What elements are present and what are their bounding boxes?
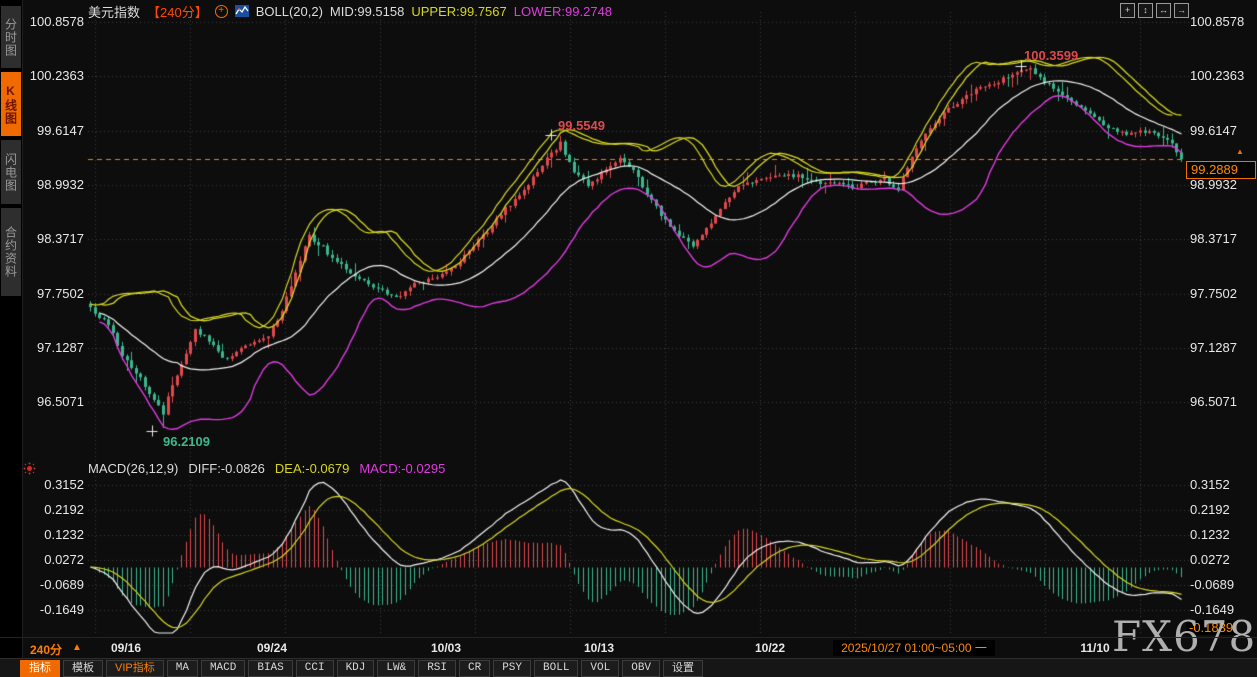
price-axis-label-right: 96.5071 [1190, 394, 1237, 409]
sidebar-tab-2[interactable]: K线图 [1, 72, 21, 136]
date-tick-label: 10/22 [754, 641, 786, 655]
macd-macd-value: MACD:-0.0295 [359, 461, 446, 476]
macd-axis-label-left: 0.3152 [44, 477, 84, 492]
date-tick-label: 09/16 [110, 641, 142, 655]
candlestick-chart-canvas[interactable] [0, 0, 1257, 677]
macd-axis-label-right: 0.0272 [1190, 552, 1230, 567]
price-axis-label-right: 100.2363 [1190, 68, 1245, 83]
price-axis-label-left: 97.1287 [37, 340, 84, 355]
scale-y-axis-icon[interactable]: ↕ [1138, 3, 1153, 18]
toolbar-button-模板[interactable]: 模板 [63, 659, 103, 677]
macd-header: MACD(26,12,9) DIFF:-0.0826 DEA:-0.0679 M… [88, 461, 445, 476]
boll-lower-value: LOWER:99.2748 [513, 3, 613, 19]
price-axis-label-right: 100.8578 [1190, 14, 1245, 29]
time-axis-row: 240分 ▲ 09/16 09/24 10/03 10/13 10/22 11/10 20… [0, 637, 1257, 659]
hovered-bar-time-label: 2025/10/27 01:00~05:00 一 [833, 640, 995, 656]
price-axis-label-left: 97.7502 [37, 286, 84, 301]
toolbar-button-指标[interactable]: 指标 [20, 659, 60, 677]
date-tick-label: 10/03 [430, 641, 462, 655]
price-axis-label-left: 99.6147 [37, 123, 84, 138]
macd-axis-label-left: -0.0689 [39, 577, 84, 592]
swing-low-annotation: 96.2109 [163, 434, 210, 449]
chart-type-sidebar: 分时图 K线图闪电图合约资料 [0, 0, 23, 677]
period-dropdown-icon[interactable]: ▲ [72, 642, 82, 653]
boll-indicator-label: BOLL(20,2) [255, 3, 323, 19]
price-axis-label-left: 98.3717 [37, 231, 84, 246]
swing-high-annotation-1: 99.5549 [558, 118, 605, 133]
toolbar-button-vol[interactable]: VOL [581, 659, 620, 677]
price-axis-label-right: 98.9932 [1190, 177, 1237, 192]
price-axis-label-right: 99.6147 [1190, 123, 1237, 138]
toolbar-button-rsi[interactable]: RSI [418, 659, 456, 677]
fx678-chart-app: 分时图 K线图闪电图合约资料 美元指数 【240分】 + BOLL(20,2) M… [0, 0, 1257, 677]
boll-mid-value: MID:99.5158 [329, 3, 405, 19]
toolbar-button-lw&[interactable]: LW& [377, 659, 416, 677]
indicator-chart-icon[interactable] [234, 5, 249, 17]
macd-axis-label-right: 0.3152 [1190, 477, 1230, 492]
macd-axis-label-right: -0.0689 [1190, 577, 1235, 592]
sidebar-tab-3[interactable]: 闪电图 [1, 140, 21, 204]
date-tick-label: 10/13 [583, 641, 615, 655]
chart-header: 美元指数 【240分】 + BOLL(20,2) MID:99.5158 UPP… [88, 3, 613, 20]
price-axis-label-left: 96.5071 [37, 394, 84, 409]
instrument-title: 美元指数 [88, 4, 141, 20]
date-tick-label: 09/24 [256, 641, 288, 655]
macd-axis-label-left: 0.0272 [44, 552, 84, 567]
timeframe-label: 【240分】 [147, 4, 208, 20]
current-price-box: 99.2889 [1186, 161, 1256, 179]
crosshair-icon[interactable]: + [1120, 3, 1135, 18]
toolbar-button-bias[interactable]: BIAS [248, 659, 293, 677]
price-axis-label-left: 98.9932 [37, 177, 84, 192]
toolbar-button-vip指标[interactable]: VIP指标 [106, 659, 164, 677]
indicator-settings-icon[interactable] [24, 463, 35, 474]
scale-x-axis-icon[interactable]: ↔ [1156, 3, 1171, 18]
window-icon-group: + ↕ ↔ → [1120, 3, 1189, 18]
period-selector[interactable]: 240分 [30, 641, 62, 658]
restore-view-icon[interactable]: → [1174, 3, 1189, 18]
macd-dea-value: DEA:-0.0679 [274, 461, 350, 476]
price-axis-label-right: 97.1287 [1190, 340, 1237, 355]
macd-axis-label-right: 0.1232 [1190, 527, 1230, 542]
macd-axis-label-right: 0.2192 [1190, 502, 1230, 517]
toolbar-button-cr[interactable]: CR [459, 659, 491, 677]
price-axis-label-right: 98.3717 [1190, 231, 1237, 246]
swing-high-annotation-2: 100.3599 [1024, 48, 1079, 63]
macd-axis-label-left: -0.1649 [39, 602, 84, 617]
add-indicator-icon[interactable]: + [214, 4, 228, 18]
macd-name-label: MACD(26,12,9) [88, 461, 179, 476]
sidebar-tab-1[interactable]: 分时图 [1, 6, 21, 68]
toolbar-button-boll[interactable]: BOLL [534, 659, 579, 677]
macd-axis-label-left: 0.1232 [44, 527, 84, 542]
toolbar-button-cci[interactable]: CCI [295, 659, 334, 677]
toolbar-button-obv[interactable]: OBV [622, 659, 661, 677]
price-axis-label-left: 100.2363 [29, 68, 84, 83]
boll-upper-value: UPPER:99.7567 [411, 3, 507, 19]
toolbar-button-psy[interactable]: PSY [493, 659, 532, 677]
price-axis-label-right: 97.7502 [1190, 286, 1237, 301]
macd-diff-value: DIFF:-0.0826 [188, 461, 265, 476]
macd-axis-label-left: 0.2192 [44, 502, 84, 517]
sidebar-tab-4[interactable]: 合约资料 [1, 208, 21, 296]
price-axis-label-left: 100.8578 [29, 14, 84, 29]
price-marker-icon: ▲ [1236, 147, 1244, 156]
toolbar-button-macd[interactable]: MACD [200, 659, 246, 677]
indicator-toolbar: 指标 模板 VIP指标 MA MACD BIAS CCI KDJ LW& RSI CR PSY BOLL… [0, 658, 1257, 677]
toolbar-button-ma[interactable]: MA [166, 659, 198, 677]
toolbar-button-设置[interactable]: 设置 [663, 659, 704, 677]
toolbar-button-kdj[interactable]: KDJ [336, 659, 375, 677]
date-tick-label: 11/10 [1080, 641, 1110, 655]
